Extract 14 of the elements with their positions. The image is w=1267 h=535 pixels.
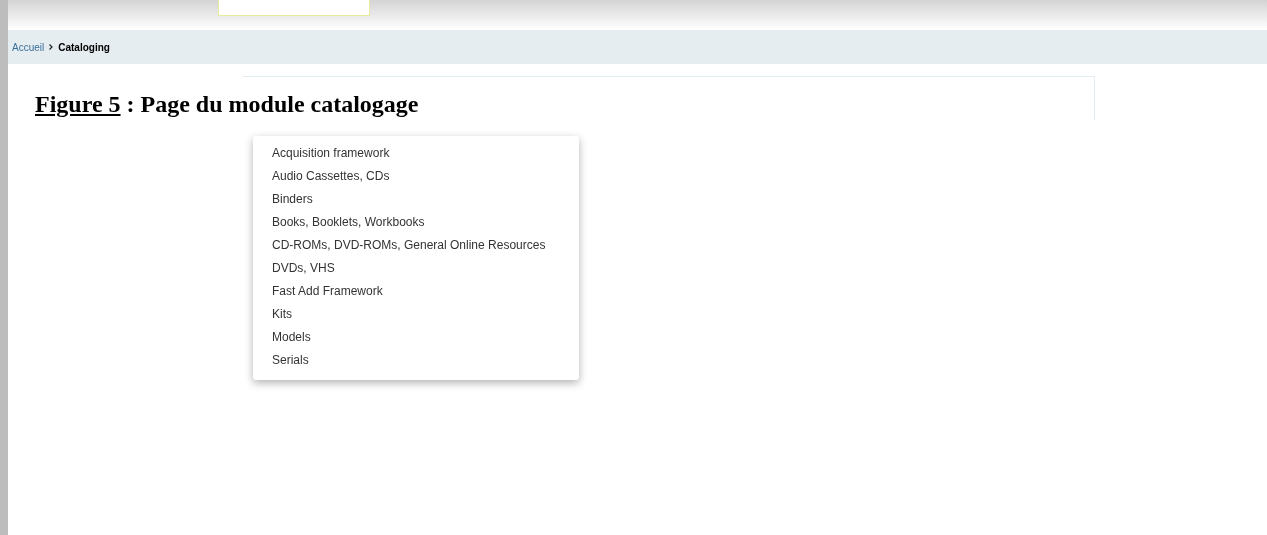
breadcrumb-link[interactable]: Accueil (12, 39, 45, 55)
menu-item[interactable]: Kits (272, 303, 579, 326)
menu-item[interactable]: Acquisition framework (272, 142, 579, 165)
menu-item[interactable]: Audio Cassettes, CDs (272, 165, 579, 188)
figure-caption: Figure 5 : Page du module catalogage (35, 90, 419, 119)
breadcrumb-current: Cataloging (58, 40, 110, 55)
menu-item[interactable]: Binders (272, 188, 579, 211)
menu-item[interactable]: Serials (272, 349, 579, 372)
menu-item[interactable]: DVDs, VHS (272, 257, 579, 280)
menu-item[interactable]: CD-ROMs, DVD-ROMs, General Online Resources (272, 234, 579, 257)
menu-item[interactable]: Models (272, 326, 579, 349)
menu-item[interactable]: Fast Add Framework (272, 280, 579, 303)
chevron-icon (49, 44, 54, 50)
menu-item[interactable]: Books, Booklets, Workbooks (272, 211, 579, 234)
